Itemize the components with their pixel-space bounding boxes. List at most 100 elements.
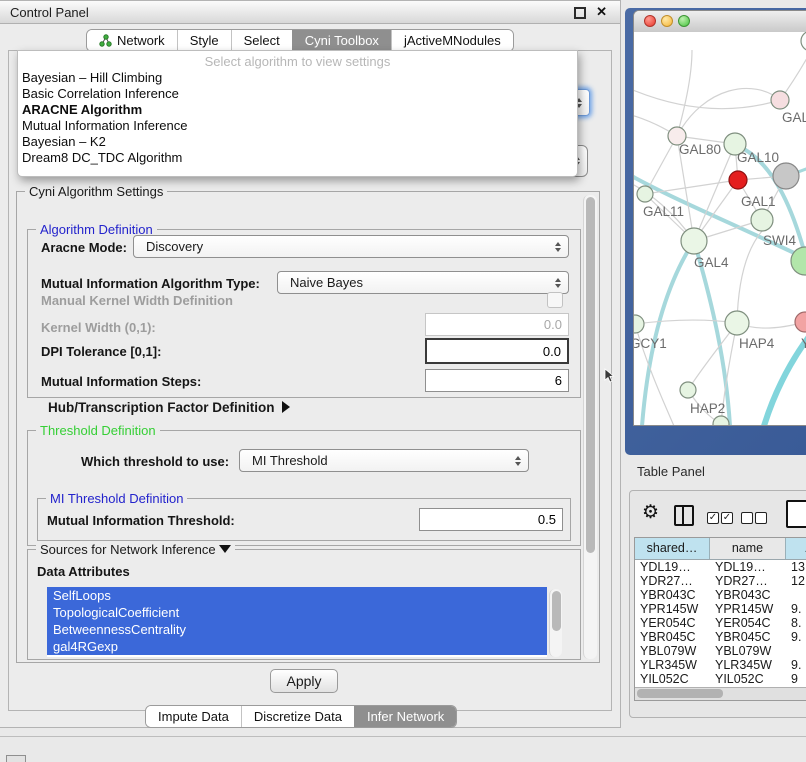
checked-checkbox-icon[interactable]: ✓ (721, 512, 733, 524)
table-row[interactable]: YIL052CYIL052C9 (635, 672, 806, 686)
mi-steps-field[interactable] (425, 369, 569, 392)
hub-definition-toggle[interactable]: Hub/Transcription Factor Definition (48, 400, 290, 415)
combo-spinner-icon (555, 278, 561, 288)
apply-button[interactable]: Apply (270, 669, 338, 693)
table-cell: YPR145W (635, 602, 710, 616)
sources-title[interactable]: Sources for Network Inference (36, 542, 235, 557)
network-node[interactable] (773, 163, 799, 189)
close-traffic-light-icon[interactable] (644, 15, 656, 27)
network-node-hap4[interactable] (725, 311, 749, 335)
tab-discretize-data[interactable]: Discretize Data (241, 706, 354, 727)
table-row[interactable]: YDL19…YDL19…13 (635, 560, 806, 574)
table-cell: YDR27… (710, 574, 786, 588)
network-node-labels: GALGAL80GAL10GAL11GAL1GAL4SWI4GCY1HAP4YH… (634, 110, 806, 416)
expanded-arrow-icon (219, 545, 231, 553)
float-window-icon[interactable] (574, 7, 586, 19)
unchecked-checkbox-icon[interactable] (741, 512, 753, 524)
algorithm-dropdown-popup: Select algorithm to view settings Bayesi… (17, 50, 578, 177)
network-node-y[interactable] (795, 312, 806, 332)
aracne-mode-combo[interactable]: Discovery (133, 235, 569, 258)
mi-type-combo[interactable]: Naive Bayes (277, 271, 569, 294)
algorithm-option[interactable]: Bayesian – Hill Climbing (18, 70, 577, 86)
settings-scrollbar-thumb[interactable] (586, 197, 595, 553)
network-node-hap2[interactable] (680, 382, 696, 398)
table-row[interactable]: YDR27…YDR27…12 (635, 574, 806, 588)
attribute-list-scrollbar-thumb[interactable] (552, 591, 561, 631)
node-table: shared… name A YDL19…YDL19…13YDR27…YDR27… (634, 537, 806, 701)
table-row[interactable]: YBL079WYBL079W (635, 644, 806, 658)
cyni-toolbox-content: galFiltered.sif default node Select algo… (8, 50, 612, 711)
algorithm-option[interactable]: Dream8 DC_TDC Algorithm (18, 150, 577, 166)
network-node-label: HAP4 (739, 336, 775, 351)
control-panel-window: Control Panel ✕ Network Style Select Cyn… (0, 0, 621, 728)
mi-threshold-group-title: MI Threshold Definition (46, 491, 187, 506)
table-row[interactable]: YLR345WYLR345W9. (635, 658, 806, 672)
tab-style[interactable]: Style (177, 30, 231, 51)
network-node-gal11[interactable] (637, 186, 653, 202)
network-canvas[interactable]: GALGAL80GAL10GAL11GAL1GAL4SWI4GCY1HAP4YH… (634, 32, 806, 425)
combo-spinner-icon (555, 242, 561, 252)
columns-icon[interactable] (674, 505, 694, 526)
kernel-width-label: Kernel Width (0,1): (41, 320, 156, 335)
tab-infer-network[interactable]: Infer Network (354, 706, 456, 727)
table-cell: 13 (786, 560, 806, 574)
data-attributes-label: Data Attributes (37, 564, 130, 579)
tab-cyni-toolbox[interactable]: Cyni Toolbox (292, 30, 391, 51)
mi-steps-label: Mutual Information Steps: (41, 374, 201, 389)
column-header-name[interactable]: name (710, 538, 786, 559)
tab-select[interactable]: Select (231, 30, 292, 51)
algorithm-definition-group: Algorithm Definition Aracne Mode: Discov… (27, 229, 581, 398)
network-node-gal[interactable] (771, 91, 789, 109)
mi-threshold-field[interactable] (419, 508, 563, 531)
attribute-list-scrollbar[interactable] (549, 589, 562, 657)
network-node-gal1[interactable] (751, 209, 773, 231)
unchecked-checkbox-icon[interactable] (755, 512, 767, 524)
tab-network[interactable]: Network (87, 30, 177, 51)
network-node-gal4[interactable] (681, 228, 707, 254)
close-icon[interactable]: ✕ (596, 4, 607, 20)
table-horizontal-scrollbar[interactable] (635, 687, 806, 700)
table-cell: YBR045C (710, 630, 786, 644)
which-threshold-combo[interactable]: MI Threshold (239, 449, 529, 472)
network-node[interactable] (801, 32, 806, 51)
table-panel-title: Table Panel (637, 464, 705, 479)
table-row[interactable]: YPR145WYPR145W9. (635, 602, 806, 616)
sources-group: Sources for Network Inference Data Attri… (27, 549, 581, 660)
table-scrollbar-thumb[interactable] (637, 689, 723, 698)
table-row[interactable]: YBR045CYBR045C9. (635, 630, 806, 644)
settings-scrollbar[interactable] (583, 195, 597, 659)
checked-checkbox-icon[interactable]: ✓ (707, 512, 719, 524)
table-body: YDL19…YDL19…13YDR27…YDR27…12YBR043CYBR04… (635, 560, 806, 686)
table-cell: YBL079W (635, 644, 710, 658)
zoom-traffic-light-icon[interactable] (678, 15, 690, 27)
algorithm-option[interactable]: Bayesian – K2 (18, 134, 577, 150)
kernel-width-field[interactable] (425, 313, 569, 336)
tab-jactivemnodules[interactable]: jActiveMNodules (391, 30, 513, 51)
network-node[interactable] (729, 171, 747, 189)
column-header-clipped[interactable]: A (786, 538, 806, 559)
table-cell: 8. (786, 616, 806, 630)
data-attribute-item[interactable]: TopologicalCoefficient (47, 604, 547, 621)
network-node[interactable] (713, 416, 729, 425)
mi-threshold-group: MI Threshold Definition Mutual Informati… (37, 498, 571, 541)
column-header-shared-name[interactable]: shared… (635, 538, 710, 559)
algorithm-option[interactable]: Mutual Information Inference (18, 118, 577, 134)
data-attribute-item[interactable]: gal4RGexp (47, 638, 547, 655)
panel-corner-chip[interactable] (6, 755, 26, 762)
table-row[interactable]: YER054CYER054C8. (635, 616, 806, 630)
algorithm-option[interactable]: Basic Correlation Inference (18, 86, 577, 102)
data-attribute-item[interactable]: SelfLoops (47, 587, 547, 604)
gear-icon[interactable]: ⚙ (642, 501, 659, 524)
which-threshold-label: Which threshold to use: (81, 454, 229, 469)
algorithm-option[interactable]: ARACNE Algorithm (18, 102, 577, 118)
manual-kernel-checkbox[interactable] (547, 292, 563, 308)
tab-network-label: Network (117, 33, 165, 48)
data-attribute-item[interactable]: BetweennessCentrality (47, 621, 547, 638)
network-node-gcy1[interactable] (634, 315, 644, 333)
network-window-titlebar[interactable] (634, 11, 806, 33)
minimize-traffic-light-icon[interactable] (661, 15, 673, 27)
tab-impute-data[interactable]: Impute Data (146, 706, 241, 727)
dpi-tolerance-field[interactable] (425, 338, 569, 364)
table-row[interactable]: YBR043CYBR043C (635, 588, 806, 602)
document-icon[interactable] (786, 500, 806, 528)
